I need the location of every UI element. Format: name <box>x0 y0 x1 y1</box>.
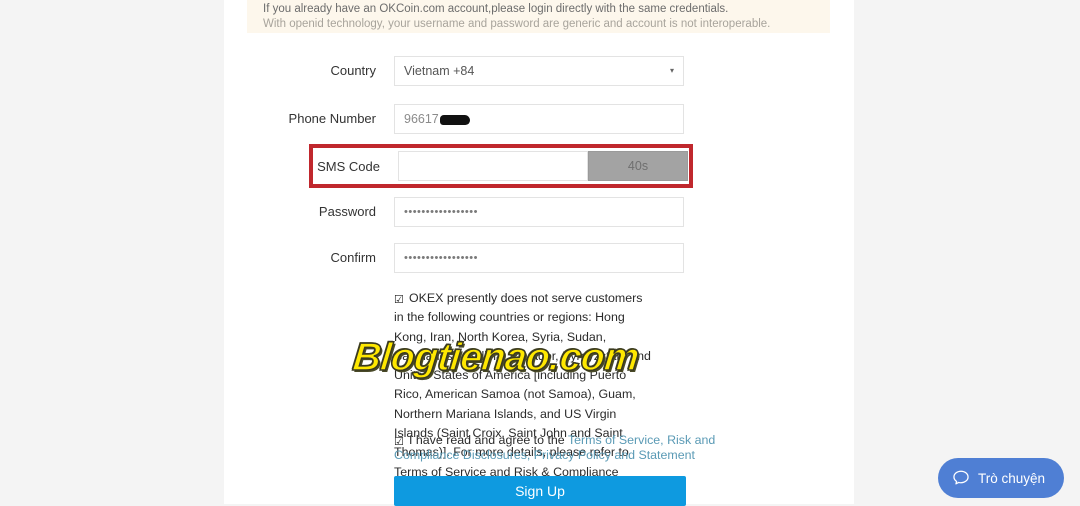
chat-widget-label: Trò chuyện <box>978 470 1046 486</box>
terms-agreement-prefix: I have read and agree to the <box>409 433 565 447</box>
restricted-countries-checkbox[interactable]: ☑ <box>394 295 405 306</box>
notice-line-secondary: With openid technology, your username an… <box>263 18 771 30</box>
country-select-value: Vietnam +84 <box>404 64 475 78</box>
country-row: Country Vietnam +84 ▾ <box>224 56 684 86</box>
sms-code-input[interactable] <box>398 151 588 181</box>
password-masked-value: ••••••••••••••••• <box>404 206 478 218</box>
openid-notice-banner: If you already have an OKCoin.com accoun… <box>247 0 830 33</box>
chevron-down-icon: ▾ <box>669 66 674 75</box>
password-row: Password ••••••••••••••••• <box>224 197 684 227</box>
sms-row: SMS Code 40s <box>313 148 689 184</box>
country-label: Country <box>330 63 376 78</box>
password-label: Password <box>318 204 376 219</box>
country-select[interactable]: Vietnam +84 ▾ <box>394 56 684 86</box>
restricted-countries-disclaimer: ☑ OKEX presently does not serve customers… <box>394 289 652 501</box>
terms-agreement-checkbox[interactable]: ☑ <box>394 437 405 448</box>
notice-line-primary: If you already have an OKCoin.com accoun… <box>263 3 729 15</box>
sign-up-button[interactable]: Sign Up <box>394 476 686 506</box>
chat-widget-button[interactable]: Trò chuyện <box>938 458 1064 498</box>
phone-input[interactable]: 96617 <box>394 104 684 134</box>
sms-code-highlight-box: SMS Code 40s <box>309 144 693 188</box>
sms-code-label: SMS Code <box>317 158 380 174</box>
phone-row: Phone Number 96617 <box>224 104 684 134</box>
confirm-masked-value: ••••••••••••••••• <box>404 252 478 264</box>
phone-input-value: 96617 <box>404 112 439 126</box>
confirm-row: Confirm ••••••••••••••••• <box>224 243 684 273</box>
sms-resend-timer-button[interactable]: 40s <box>588 151 688 181</box>
restricted-countries-text: OKEX presently does not serve customers … <box>394 291 651 498</box>
confirm-label: Confirm <box>330 250 376 265</box>
password-input[interactable]: ••••••••••••••••• <box>394 197 684 227</box>
terms-agreement-row: ☑ I have read and agree to the Terms of S… <box>394 433 754 463</box>
phone-label: Phone Number <box>288 111 376 126</box>
phone-redaction-mark <box>439 115 470 125</box>
confirm-input[interactable]: ••••••••••••••••• <box>394 243 684 273</box>
chat-bubble-icon <box>953 470 969 485</box>
